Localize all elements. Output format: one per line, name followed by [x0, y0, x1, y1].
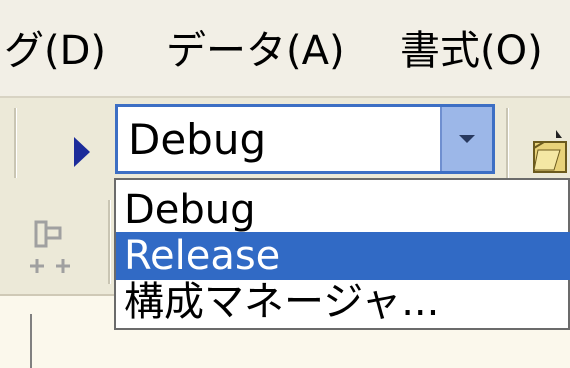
- solution-configuration-combo[interactable]: Debug: [115, 104, 495, 174]
- layout-icon[interactable]: [30, 220, 76, 280]
- combo-dropdown-button[interactable]: [440, 107, 492, 171]
- open-folder-icon[interactable]: [532, 128, 570, 174]
- option-release[interactable]: Release: [116, 232, 570, 280]
- option-configuration-manager[interactable]: 構成マネージャ...: [116, 278, 570, 326]
- toolbar-separator: [506, 108, 509, 178]
- toolbar-separator: [108, 200, 111, 284]
- menu-bar: グ(D) データ(A) 書式(O): [0, 0, 570, 98]
- chevron-down-icon: [459, 135, 475, 143]
- option-debug[interactable]: Debug: [116, 186, 570, 234]
- configuration-dropdown-list: Debug Release 構成マネージャ...: [114, 178, 570, 330]
- start-debug-icon[interactable]: [74, 137, 90, 167]
- menu-format[interactable]: 書式(O): [400, 18, 543, 76]
- menu-debug[interactable]: グ(D): [4, 18, 106, 76]
- editor-left-margin: [30, 314, 32, 368]
- menu-data[interactable]: データ(A): [166, 18, 345, 76]
- toolbar-separator: [14, 108, 17, 178]
- combo-selected-value: Debug: [128, 115, 267, 164]
